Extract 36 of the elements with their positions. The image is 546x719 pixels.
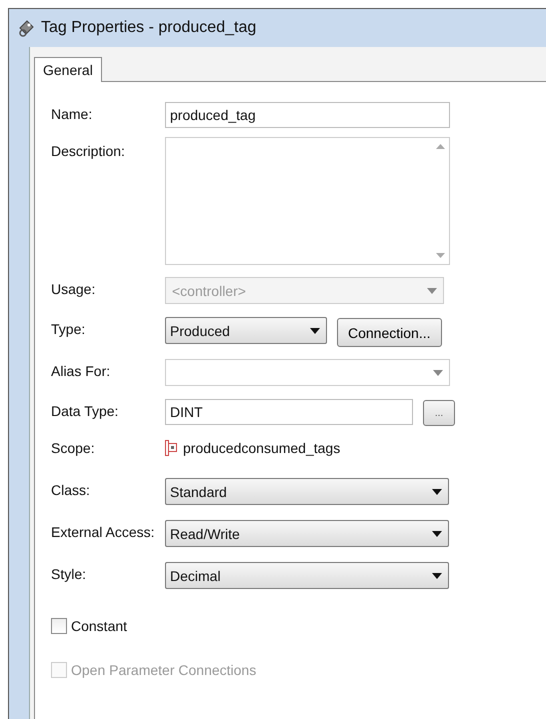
field-label: Name: xyxy=(51,105,94,123)
text-field[interactable]: DINT xyxy=(165,399,413,425)
checkbox[interactable] xyxy=(51,618,67,634)
dropdown[interactable]: Standard xyxy=(165,478,449,505)
field-label: Type: xyxy=(51,320,86,338)
dropdown[interactable]: Decimal xyxy=(165,562,449,589)
field-label: Class: xyxy=(51,481,91,499)
field-label: Alias For: xyxy=(51,362,112,380)
combo-field[interactable] xyxy=(165,359,450,386)
dropdown-arrow-icon xyxy=(310,328,320,334)
checkbox-label: Constant xyxy=(71,618,128,634)
tag-icon xyxy=(17,19,35,37)
dropdown[interactable]: Read/Write xyxy=(165,520,449,547)
dropdown-arrow-icon xyxy=(433,370,443,376)
program-icon xyxy=(165,440,177,456)
dropdown-arrow-icon xyxy=(427,288,437,294)
description-field[interactable] xyxy=(165,137,450,265)
field-label: Style: xyxy=(51,565,88,583)
dropdown-arrow-icon xyxy=(432,530,442,536)
dropdown[interactable]: Produced xyxy=(165,317,327,344)
field-label: Scope: xyxy=(51,439,96,457)
text-field[interactable]: produced_tag xyxy=(165,102,450,128)
scroll-down-icon[interactable] xyxy=(436,253,445,258)
tab[interactable]: General xyxy=(34,57,102,82)
dropdown-arrow-icon xyxy=(432,572,442,578)
field-label: Usage: xyxy=(51,280,96,298)
dropdown-arrow-icon xyxy=(432,488,442,494)
window-title: Tag Properties - produced_tag xyxy=(41,19,256,37)
connection-button[interactable]: Connection... xyxy=(337,318,442,347)
field-label: External Access: xyxy=(51,523,156,541)
checkbox-label: Open Parameter Connections xyxy=(71,662,256,678)
field-label: Description: xyxy=(51,142,126,160)
field-label: Data Type: xyxy=(51,402,120,420)
scope-value: producedconsumed_tags xyxy=(183,440,340,456)
scroll-up-icon[interactable] xyxy=(436,144,445,149)
browse-button[interactable]: ... xyxy=(423,400,455,426)
